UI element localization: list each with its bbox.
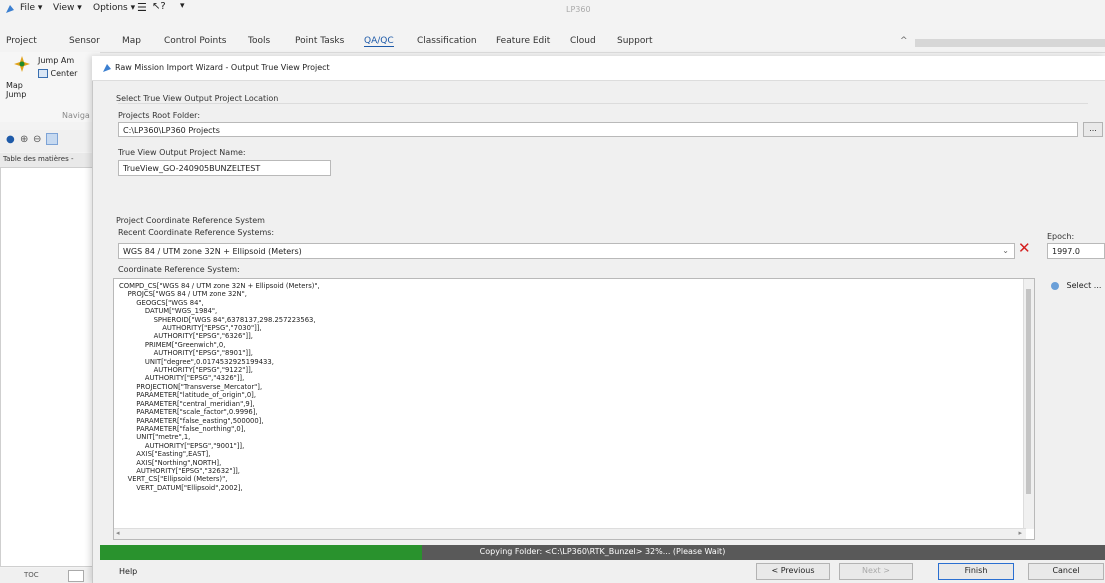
crs-section-heading: Project Coordinate Reference System [116, 216, 265, 225]
search-strip [915, 39, 1105, 47]
clear-crs-icon[interactable]: ✕ [1018, 240, 1031, 256]
copy-progress-bar: Copying Folder: <C:\LP360\RTK_Bunzel> 32… [100, 545, 1105, 560]
toc-toolbar: ● ⊕ ⊖ [0, 130, 100, 152]
progress-status-text: Copying Folder: <C:\LP360\RTK_Bunzel> 32… [479, 547, 726, 556]
zoom-extent-icon[interactable] [46, 133, 58, 145]
horizontal-scrollbar[interactable]: ◂ ▸ [114, 528, 1026, 539]
browse-button[interactable]: ... [1083, 122, 1103, 137]
vertical-scrollbar[interactable] [1023, 279, 1034, 529]
zoom-in-icon[interactable]: ⊕ [20, 134, 28, 145]
epoch-field[interactable]: 1997.0 [1047, 243, 1105, 259]
tab-classification[interactable]: Classification [417, 36, 477, 46]
recent-crs-value: WGS 84 / UTM zone 32N + Ellipsoid (Meter… [123, 247, 302, 256]
scroll-left-icon[interactable]: ◂ [116, 529, 120, 537]
select-crs-button[interactable]: Select ... [1047, 279, 1105, 296]
next-button[interactable]: Next > [839, 563, 913, 580]
tab-project[interactable]: Project [6, 36, 37, 46]
crs-label: Coordinate Reference System: [118, 265, 240, 274]
project-name-field[interactable]: TrueView_GO-240905BUNZELTEST [118, 160, 331, 176]
options-menu[interactable]: Options ▾ [93, 3, 135, 13]
tab-point-tasks[interactable]: Point Tasks [295, 36, 344, 46]
project-name-label: True View Output Project Name: [118, 148, 246, 157]
app-title-bar: File ▾ View ▾ Options ▾ ☰ ↖? ▾ LP360 [0, 0, 1105, 34]
status-box [68, 570, 84, 582]
dialog-button-bar: Help < Previous Next > Finish Cancel [100, 560, 1105, 583]
app-status-bar: TOC [0, 568, 100, 583]
toc-header: Table des matières - [0, 153, 100, 168]
crs-wkt-textbox[interactable]: COMPD_CS["WGS 84 / UTM zone 32N + Ellips… [113, 278, 1035, 540]
dialog-title: Raw Mission Import Wizard - Output True … [115, 63, 330, 72]
ribbon-panel: Jump Am Center Map Jump Naviga [0, 52, 100, 122]
view-menu[interactable]: View ▾ [53, 3, 82, 13]
tab-tools[interactable]: Tools [248, 36, 270, 46]
info-icon[interactable]: ● [6, 134, 15, 145]
window-title: LP360 [566, 5, 591, 14]
list-icon[interactable]: ☰ [137, 1, 147, 14]
toc-tab[interactable]: TOC [24, 571, 39, 579]
chevron-down-icon[interactable]: ⌄ [1002, 246, 1009, 255]
projects-root-label: Projects Root Folder: [118, 111, 201, 120]
app-logo-icon [6, 5, 14, 13]
tab-cloud[interactable]: Cloud [570, 36, 596, 46]
tab-support[interactable]: Support [617, 36, 653, 46]
finish-button[interactable]: Finish [938, 563, 1014, 580]
epoch-label: Epoch: [1047, 232, 1075, 241]
zoom-out-icon[interactable]: ⊖ [33, 134, 41, 145]
tab-qa-qc[interactable]: QA/QC [364, 36, 394, 47]
jump-label[interactable]: Jump Am [38, 56, 74, 65]
divider [118, 103, 1088, 104]
navigate-group-label: Naviga [62, 111, 90, 120]
globe-icon [1051, 281, 1059, 290]
help-button[interactable]: Help [119, 567, 137, 576]
scroll-right-icon[interactable]: ▸ [1018, 529, 1022, 537]
quick-access-dropdown-icon[interactable]: ▾ [180, 1, 185, 11]
toc-title: Table des matières - [3, 155, 74, 163]
collapse-ribbon-icon[interactable]: ^ [900, 36, 908, 46]
cancel-button[interactable]: Cancel [1028, 563, 1104, 580]
previous-button[interactable]: < Previous [756, 563, 830, 580]
map-jump-label[interactable]: Map Jump [6, 81, 26, 99]
file-menu[interactable]: File ▾ [20, 3, 42, 13]
recent-crs-select[interactable]: WGS 84 / UTM zone 32N + Ellipsoid (Meter… [118, 243, 1015, 259]
jump-icon[interactable] [13, 55, 31, 73]
tab-map[interactable]: Map [122, 36, 141, 46]
center-icon [38, 69, 48, 78]
projects-root-field[interactable]: C:\LP360\LP360 Projects [118, 122, 1078, 137]
center-button[interactable]: Center [38, 69, 77, 78]
ribbon-tabs: Project Sensor Map Control Points Tools … [0, 34, 1105, 53]
output-location-heading: Select True View Output Project Location [116, 94, 279, 103]
toc-panel[interactable] [0, 167, 100, 567]
select-crs-label: Select ... [1066, 281, 1102, 290]
recent-crs-label: Recent Coordinate Reference Systems: [118, 228, 275, 237]
scrollbar-thumb[interactable] [1026, 289, 1031, 494]
tab-control-points[interactable]: Control Points [164, 36, 226, 46]
dialog-icon [103, 64, 111, 72]
tab-sensor[interactable]: Sensor [69, 36, 100, 46]
tab-feature-edit[interactable]: Feature Edit [496, 36, 550, 46]
crs-wkt-text: COMPD_CS["WGS 84 / UTM zone 32N + Ellips… [119, 282, 320, 492]
whats-this-icon[interactable]: ↖? [152, 1, 166, 12]
dialog-title-bar: Raw Mission Import Wizard - Output True … [92, 56, 1105, 81]
